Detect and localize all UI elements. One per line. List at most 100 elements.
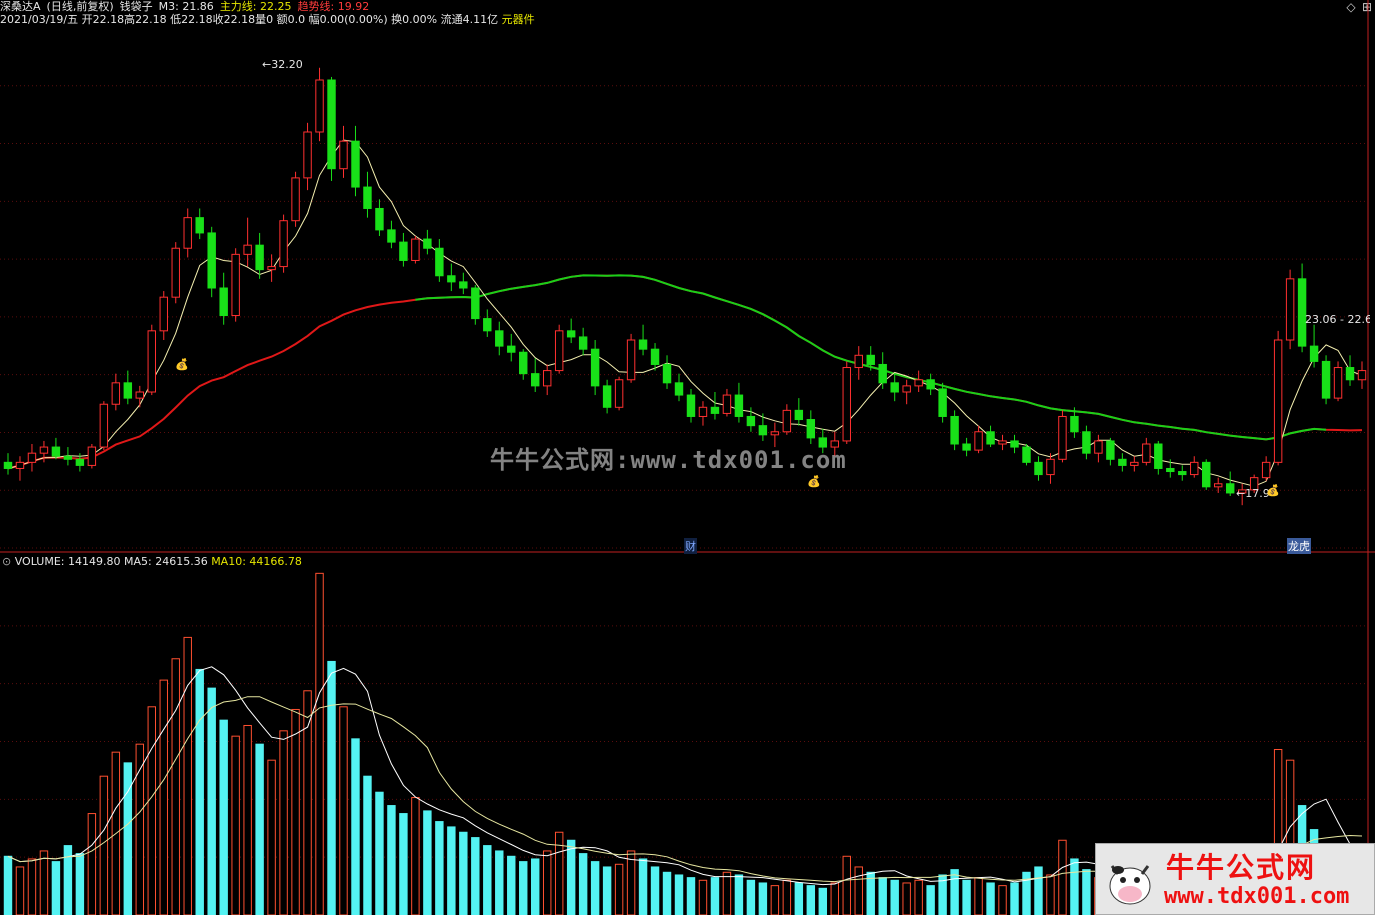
volume-bar: [159, 679, 168, 915]
volume-bar: [1010, 882, 1019, 915]
volume-bar: [351, 738, 360, 915]
candle-body: [519, 351, 528, 375]
candle-body: [135, 391, 145, 399]
volume-bar: [902, 882, 911, 915]
candle-body: [1225, 483, 1235, 494]
candle-body: [315, 79, 324, 133]
volume-bar: [411, 797, 420, 915]
candle-body: [770, 431, 780, 436]
candle-body: [662, 363, 672, 384]
candle-body: [399, 241, 408, 261]
volume-bar: [435, 821, 444, 915]
volume-bar: [890, 879, 899, 915]
volume-bar: [27, 858, 37, 915]
money-bag-icon[interactable]: 💰: [1266, 484, 1280, 497]
candle-body: [554, 330, 564, 372]
volume-bar: [531, 858, 540, 915]
volume-bar: [734, 874, 744, 915]
candle-body: [650, 348, 660, 365]
candle-body: [159, 296, 168, 332]
money-bag-icon[interactable]: 💰: [807, 475, 821, 488]
volume-bar: [195, 668, 204, 915]
money-bag-icon[interactable]: 💰: [175, 358, 189, 371]
volume-bar: [758, 882, 768, 915]
volume-bar: [782, 879, 792, 915]
volume-bar: [87, 813, 97, 915]
volume-bar: [471, 837, 480, 915]
volume-bar: [183, 636, 192, 915]
volume-value: VOLUME: 14149.80: [14, 555, 121, 568]
volume-bar: [303, 690, 312, 915]
candle-body: [219, 287, 228, 317]
candle-body: [1154, 443, 1163, 469]
candle-body: [39, 446, 49, 454]
volume-bar: [578, 853, 588, 915]
candle-body: [1070, 415, 1079, 433]
logo-title: 牛牛公式网: [1166, 851, 1317, 884]
candle-body: [279, 220, 288, 268]
volume-bar: [423, 810, 432, 915]
volume-bar: [914, 879, 923, 915]
candle-body: [1178, 471, 1187, 476]
volume-bar: [626, 850, 636, 915]
candle-body: [147, 330, 156, 393]
ma5-value: MA5: 24615.36: [123, 555, 208, 568]
candle-body: [746, 415, 756, 427]
candle-body: [183, 217, 192, 249]
candle-body: [1058, 415, 1067, 460]
candle-body: [363, 186, 372, 209]
volume-bar: [1046, 874, 1055, 915]
candle-body: [1214, 483, 1223, 488]
volume-header: ⊙ VOLUME: 14149.80 MA5: 24615.36 MA10: 4…: [2, 555, 302, 568]
candle-body: [1345, 367, 1355, 381]
candle-body: [1094, 440, 1103, 454]
candle-body: [1118, 458, 1127, 466]
volume-bar: [638, 858, 648, 915]
volume-bar: [459, 831, 468, 915]
volume-bar: [327, 660, 336, 915]
volume-bar: [171, 658, 180, 915]
candle-body: [1010, 440, 1019, 448]
candle-body: [195, 217, 204, 234]
volume-bar: [315, 572, 324, 915]
candle-body: [435, 247, 444, 277]
volume-bar: [399, 813, 408, 915]
volume-bar: [387, 805, 396, 915]
volume-bar: [519, 861, 528, 915]
volume-bar: [542, 850, 552, 915]
volume-bar: [878, 877, 887, 915]
rank-tag[interactable]: 龙虎: [1287, 538, 1311, 554]
volume-bar: [375, 791, 384, 915]
candle-body: [75, 458, 85, 466]
candle-body: [111, 382, 121, 405]
volume-bar: [590, 861, 600, 915]
volume-bar: [3, 855, 13, 915]
collapse-icon[interactable]: ⊙: [2, 555, 11, 568]
candle-body: [1034, 461, 1043, 476]
candle-body: [1082, 431, 1091, 454]
candle-body: [866, 354, 875, 365]
volume-bar: [447, 826, 456, 915]
candle-body: [1273, 339, 1283, 463]
candle-body: [411, 238, 420, 261]
volume-bar: [662, 871, 672, 915]
candle-body: [471, 287, 480, 320]
volume-bar: [722, 871, 732, 915]
candle-body: [327, 79, 336, 170]
candle-body: [722, 394, 732, 414]
candle-body: [87, 446, 97, 466]
candle-body: [375, 207, 384, 231]
candle-body: [566, 330, 576, 338]
finance-tag[interactable]: 财: [684, 538, 697, 554]
volume-bar: [806, 885, 816, 915]
volume-bar: [99, 775, 109, 915]
candle-body: [710, 406, 720, 414]
candle-body: [1357, 370, 1367, 381]
candle-body: [638, 339, 648, 350]
watermark-text: 牛牛公式网:www.tdx001.com: [490, 446, 847, 474]
candle-body: [674, 382, 684, 396]
candle-body: [63, 455, 73, 460]
volume-bar: [75, 853, 85, 915]
candle-body: [1261, 461, 1271, 479]
candle-body: [1022, 446, 1031, 463]
